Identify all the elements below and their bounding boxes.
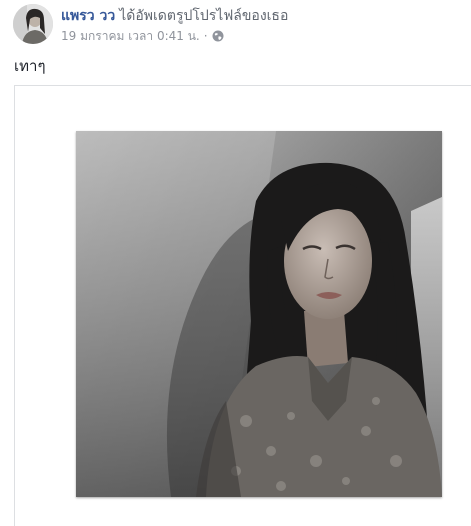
globe-icon[interactable]: [212, 30, 224, 42]
facebook-post: แพรว วว ได้อัพเดตรูปโปรไฟล์ของเธอ 19 มกรา…: [0, 0, 471, 526]
post-caption: เทาๆ: [14, 57, 46, 75]
post-meta: 19 มกราคม เวลา 0:41 น. ·: [61, 28, 461, 44]
post-title-line: แพรว วว ได้อัพเดตรูปโปรไฟล์ของเธอ: [61, 7, 461, 25]
meta-separator: ·: [203, 29, 208, 43]
profile-photo[interactable]: [76, 131, 442, 497]
post-action-text: ได้อัพเดตรูปโปรไฟล์ของเธอ: [119, 8, 289, 24]
avatar-photo: [13, 4, 53, 44]
author-name-link[interactable]: แพรว วว: [61, 8, 115, 24]
avatar[interactable]: [13, 4, 53, 44]
post-timestamp-link[interactable]: 19 มกราคม เวลา 0:41 น.: [61, 28, 200, 44]
post-header: แพรว วว ได้อัพเดตรูปโปรไฟล์ของเธอ 19 มกรา…: [61, 7, 461, 44]
